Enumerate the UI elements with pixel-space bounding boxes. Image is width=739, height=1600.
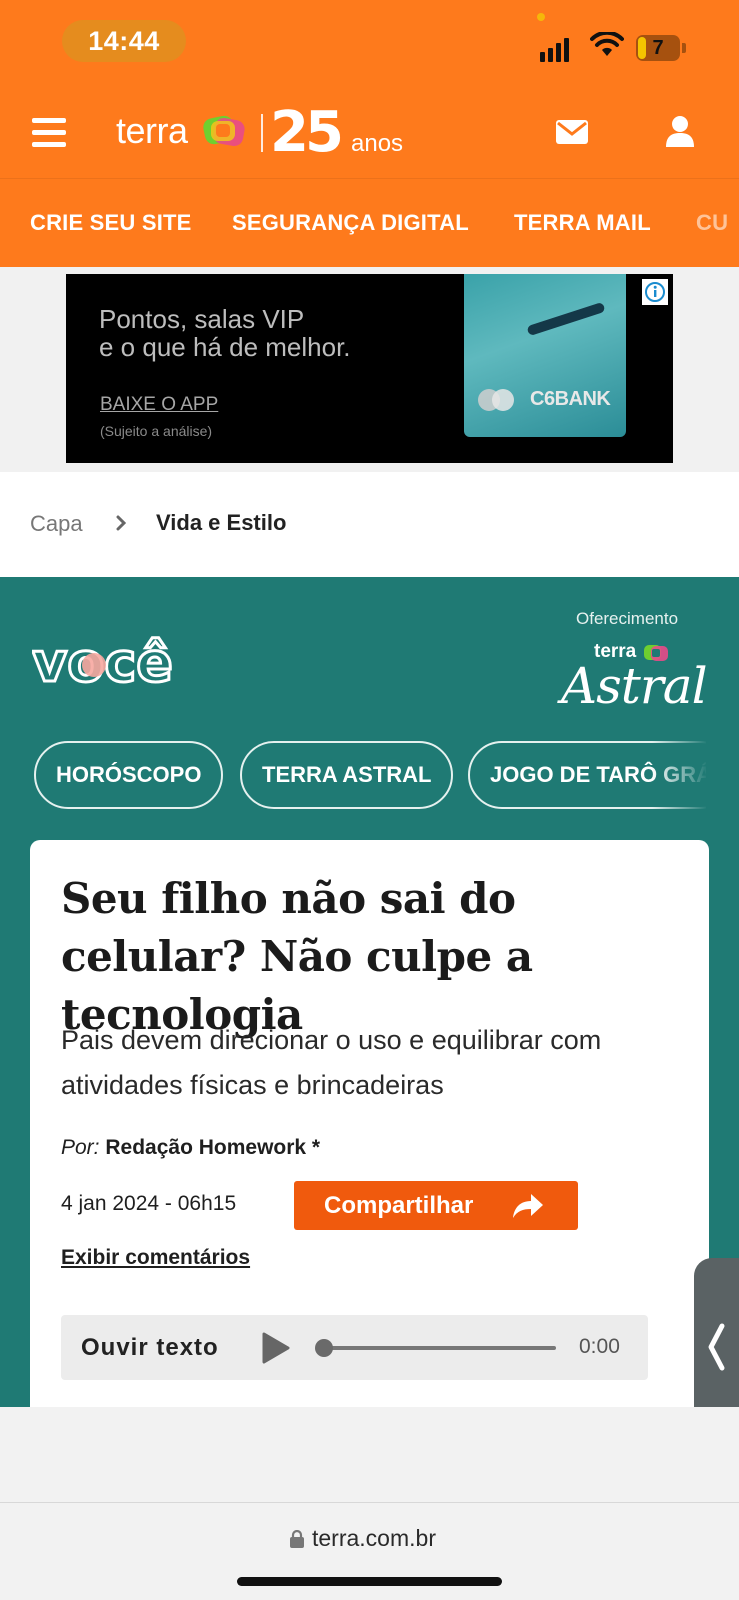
wifi-icon bbox=[590, 32, 624, 56]
divider bbox=[0, 1502, 739, 1503]
site-header: terra 25 anos bbox=[0, 88, 739, 178]
browser-bottom-bar: terra.com.br bbox=[0, 1407, 739, 1600]
ad-line-2: e o que há de melhor. bbox=[99, 332, 351, 362]
audio-time: 0:00 bbox=[579, 1335, 620, 1358]
menu-icon[interactable] bbox=[32, 118, 66, 148]
breadcrumb: Capa Vida e Estilo bbox=[0, 472, 739, 577]
chips-fade bbox=[652, 741, 708, 811]
user-icon[interactable] bbox=[666, 115, 694, 147]
audio-player: Ouvir texto 0:00 bbox=[61, 1315, 648, 1380]
byline-label: Por: bbox=[61, 1136, 100, 1159]
address-text: terra.com.br bbox=[312, 1525, 436, 1551]
chevron-right-icon bbox=[116, 515, 126, 531]
terra-logo-text[interactable]: terra bbox=[116, 110, 188, 152]
info-icon[interactable] bbox=[642, 279, 668, 305]
status-time: 14:44 bbox=[62, 20, 186, 62]
breadcrumb-current[interactable]: Vida e Estilo bbox=[156, 510, 286, 536]
battery-level: 7 bbox=[652, 36, 664, 59]
ad-banner[interactable]: Pontos, salas VIP e o que há de melhor. … bbox=[66, 274, 673, 463]
share-button[interactable]: Compartilhar bbox=[294, 1181, 578, 1230]
ad-brand: C6BANK bbox=[530, 388, 611, 410]
nav-item-terra-mail[interactable]: TERRA MAIL bbox=[514, 210, 651, 236]
anniversary-number: 25 bbox=[270, 100, 344, 165]
section-chips: HORÓSCOPO TERRA ASTRAL JOGO DE TARÔ GRÁ bbox=[34, 741, 706, 811]
chip-terra-astral[interactable]: TERRA ASTRAL bbox=[240, 741, 454, 809]
byline-author: Redação Homework * bbox=[105, 1136, 321, 1159]
terra-logo-mark-icon bbox=[203, 115, 245, 146]
article-subhead: Pais devem direcionar o uso e equilibrar… bbox=[61, 1025, 602, 1100]
sponsor-astral-logo[interactable]: Astral bbox=[561, 657, 708, 715]
article-card: Seu filho não sai do celular? Não culpe … bbox=[30, 840, 709, 1410]
audio-seek-bar[interactable] bbox=[324, 1346, 556, 1350]
chip-horoscopo[interactable]: HORÓSCOPO bbox=[34, 741, 224, 809]
ad-line-1: Pontos, salas VIP bbox=[99, 304, 305, 334]
address-bar[interactable]: terra.com.br bbox=[290, 1525, 436, 1552]
ad-cta-link[interactable]: BAIXE O APP bbox=[100, 394, 218, 416]
home-indicator[interactable] bbox=[237, 1577, 502, 1586]
nav-item-seguranca-digital[interactable]: SEGURANÇA DIGITAL bbox=[232, 210, 469, 236]
audio-label: Ouvir texto bbox=[81, 1334, 219, 1361]
mail-icon[interactable] bbox=[556, 120, 588, 144]
anniversary-word: anos bbox=[351, 130, 404, 157]
play-icon[interactable] bbox=[261, 1332, 291, 1364]
ad-card-image: C6BANK bbox=[464, 274, 626, 437]
ad-note: (Sujeito a análise) bbox=[100, 423, 213, 439]
share-arrow-icon bbox=[513, 1194, 543, 1218]
top-nav: CRIE SEU SITE SEGURANÇA DIGITAL TERRA MA… bbox=[0, 178, 739, 267]
lock-icon bbox=[290, 1529, 304, 1548]
breadcrumb-home[interactable]: Capa bbox=[30, 511, 83, 537]
audio-seek-handle[interactable] bbox=[315, 1339, 333, 1357]
nav-item-crie-seu-site[interactable]: CRIE SEU SITE bbox=[30, 210, 192, 236]
show-comments-link[interactable]: Exibir comentários bbox=[61, 1246, 250, 1270]
battery-icon: 7 bbox=[636, 35, 686, 61]
cellular-signal-icon bbox=[540, 34, 569, 62]
ad-area: Pontos, salas VIP e o que há de melhor. … bbox=[0, 267, 739, 472]
article-byline: Por: Redação Homework * bbox=[61, 1136, 320, 1160]
article-date: 4 jan 2024 - 06h15 bbox=[61, 1192, 237, 1215]
camera-indicator bbox=[537, 13, 545, 21]
status-bar: 14:44 7 bbox=[0, 0, 739, 88]
logo-divider bbox=[261, 114, 263, 152]
sponsor-label: Oferecimento bbox=[576, 609, 679, 628]
share-button-label: Compartilhar bbox=[324, 1191, 474, 1219]
voce-logo[interactable]: você bbox=[32, 623, 182, 690]
nav-item-truncated[interactable]: CU bbox=[696, 210, 728, 236]
chevron-left-icon bbox=[708, 1323, 725, 1371]
